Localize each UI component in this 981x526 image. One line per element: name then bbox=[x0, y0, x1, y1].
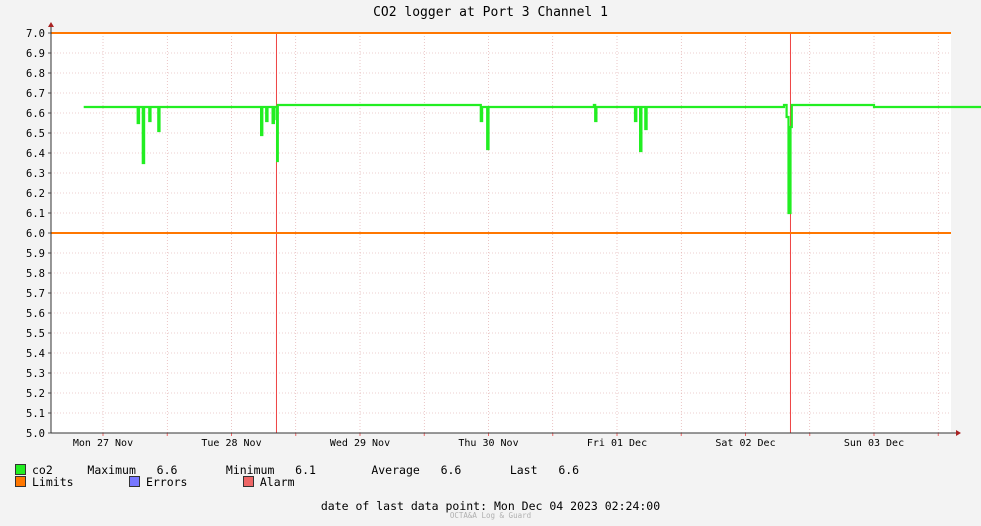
alarm-swatch-icon bbox=[242, 476, 254, 487]
y-tick-label: 6.9 bbox=[26, 48, 45, 60]
legend-last-label: Last bbox=[509, 463, 538, 477]
y-tick-label: 7.0 bbox=[26, 28, 45, 40]
y-tick-label: 6.7 bbox=[26, 88, 45, 100]
y-tick-label: 5.6 bbox=[26, 308, 45, 320]
y-tick-label: 5.1 bbox=[26, 408, 45, 420]
y-tick-label: 6.4 bbox=[26, 148, 45, 160]
x-tick-label: Tue 28 Nov bbox=[201, 438, 261, 449]
y-tick-label: 5.7 bbox=[26, 288, 45, 300]
co2-swatch-icon bbox=[15, 464, 26, 475]
errors-swatch-icon bbox=[128, 476, 140, 487]
x-tick-label: Thu 30 Nov bbox=[458, 438, 518, 449]
legend-row-limits: Limits Errors Alarm bbox=[15, 475, 295, 489]
legend-errors-label: Errors bbox=[145, 475, 188, 489]
y-tick-label: 6.0 bbox=[26, 228, 45, 240]
x-tick-label: Sun 03 Dec bbox=[844, 438, 904, 449]
x-axis-arrow-icon bbox=[956, 430, 961, 436]
legend-minimum-value: 6.1 bbox=[295, 463, 316, 477]
x-tick-label: Sat 02 Dec bbox=[715, 438, 775, 449]
y-tick-label: 5.5 bbox=[26, 328, 45, 340]
x-tick-label: Wed 29 Nov bbox=[330, 438, 390, 449]
y-axis-arrow-icon bbox=[48, 22, 54, 27]
y-tick-label: 6.5 bbox=[26, 128, 45, 140]
y-tick-label: 5.4 bbox=[26, 348, 45, 360]
y-tick-label: 6.3 bbox=[26, 168, 45, 180]
y-tick-label: 6.8 bbox=[26, 68, 45, 80]
x-tick-label: Fri 01 Dec bbox=[587, 438, 647, 449]
y-tick-label: 6.1 bbox=[26, 208, 45, 220]
y-tick-label: 5.9 bbox=[26, 248, 45, 260]
watermark: OCTA&A Log & Guard bbox=[449, 511, 532, 520]
y-tick-label: 5.3 bbox=[26, 368, 45, 380]
chart-plot: 5.0 5.1 5.2 5.3 5.4 5.5 5.6 5.7 5.8 5.9 6.0 6.1 6.2 6… bbox=[26, 22, 981, 449]
legend-average-value: 6.6 bbox=[440, 463, 462, 477]
y-tick-label: 6.2 bbox=[26, 188, 45, 200]
legend-alarm-label: Alarm bbox=[259, 475, 295, 489]
x-tick-label: Mon 27 Nov bbox=[73, 438, 133, 449]
legend-average-label: Average bbox=[371, 463, 420, 477]
y-tick-label: 6.6 bbox=[26, 108, 45, 120]
y-tick-label: 5.8 bbox=[26, 268, 45, 280]
legend-limits-label: Limits bbox=[32, 475, 74, 489]
legend-last-value: 6.6 bbox=[558, 463, 580, 477]
y-tick-label: 5.2 bbox=[26, 388, 45, 400]
limits-swatch-icon bbox=[15, 476, 26, 487]
y-tick-label: 5.0 bbox=[26, 428, 45, 440]
chart-title: CO2 logger at Port 3 Channel 1 bbox=[373, 5, 608, 20]
